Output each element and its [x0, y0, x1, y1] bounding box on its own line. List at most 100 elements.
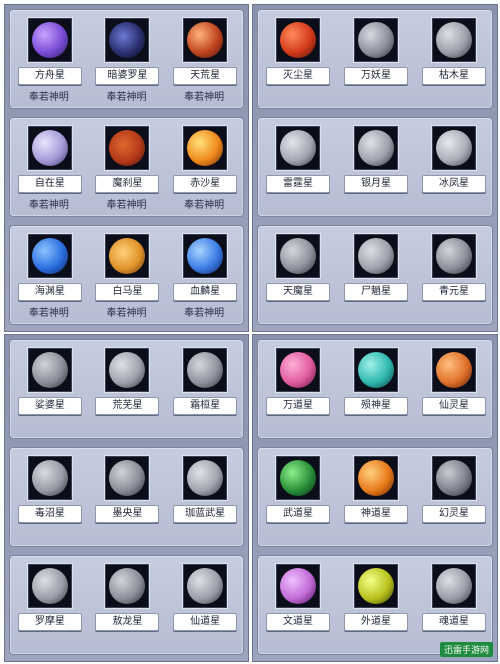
planet-name-label: 赤沙星	[173, 175, 238, 193]
planet-name-label: 珈蓝武星	[173, 505, 238, 523]
planet-icon	[31, 238, 68, 274]
planet-icon-frame	[275, 126, 320, 170]
planet-name-label: 魔刹星	[95, 175, 160, 193]
planet-card[interactable]: 万妖星	[336, 10, 414, 108]
planet-icon	[279, 460, 316, 496]
planet-card[interactable]: 魔刹星 奉若神明	[88, 118, 166, 216]
planet-card[interactable]: 海渊星 奉若神明	[10, 226, 88, 324]
planet-name-label: 冰凤星	[421, 175, 486, 193]
planet-owner-label: 奉若神明	[184, 308, 225, 319]
planet-name-label: 青元星	[421, 283, 486, 301]
planet-name-label: 毒沼星	[17, 505, 82, 523]
planet-card[interactable]: 血麟星 奉若神明	[165, 226, 243, 324]
planet-icon-frame	[353, 234, 398, 278]
quadrant-top-right: 灭尘星 万妖星 枯木星 雷霆星 银月星 冰凤星 天魔星 尸魈星 青元星	[252, 4, 498, 332]
planet-card[interactable]: 银月星	[336, 118, 414, 216]
planet-icon-frame	[27, 18, 72, 62]
planet-icon	[187, 352, 224, 388]
planet-card[interactable]: 仙灵星	[414, 340, 492, 438]
planet-icon-frame	[431, 348, 476, 392]
planet-name-label: 魂道星	[421, 613, 486, 631]
planet-card[interactable]: 敖龙星	[88, 556, 166, 654]
planet-card[interactable]: 荒芜星	[88, 340, 166, 438]
planet-owner-label: 奉若神明	[106, 92, 147, 103]
planet-icon-frame	[431, 564, 476, 608]
planet-icon	[31, 352, 68, 388]
planet-icon-frame	[353, 564, 398, 608]
planet-row: 天魔星 尸魈星 青元星	[257, 225, 493, 325]
planet-icon	[109, 568, 146, 604]
planet-row: 雷霆星 银月星 冰凤星	[257, 117, 493, 217]
planet-icon	[357, 130, 394, 166]
planet-icon	[357, 238, 394, 274]
planet-card[interactable]: 仙道星	[165, 556, 243, 654]
planet-card[interactable]: 毒沼星	[10, 448, 88, 546]
planet-icon	[279, 22, 316, 58]
planet-icon	[435, 352, 472, 388]
planet-icon	[109, 352, 146, 388]
planet-card[interactable]: 武道星	[258, 448, 336, 546]
planet-card[interactable]: 天荒星 奉若神明	[165, 10, 243, 108]
quadrant-bottom-right: 万道星 殒神星 仙灵星 武道星 神道星 幻灵星 文道星 外道星 魂道星 迅雷手游…	[252, 334, 498, 662]
planet-name-label: 白马星	[95, 283, 160, 301]
planet-card[interactable]: 幻灵星	[414, 448, 492, 546]
planet-row: 灭尘星 万妖星 枯木星	[257, 9, 493, 109]
planet-owner-label: 奉若神明	[28, 92, 69, 103]
planet-name-label: 天魔星	[265, 283, 330, 301]
planet-card[interactable]: 暗婆罗星 奉若神明	[88, 10, 166, 108]
planet-card[interactable]: 灭尘星	[258, 10, 336, 108]
planet-card[interactable]: 赤沙星 奉若神明	[165, 118, 243, 216]
planet-name-label: 银月星	[343, 175, 408, 193]
planet-icon	[435, 568, 472, 604]
planet-icon-frame	[27, 456, 72, 500]
planet-icon-frame	[275, 564, 320, 608]
planet-icon-frame	[275, 456, 320, 500]
planet-name-label: 娑婆星	[17, 397, 82, 415]
planet-name-label: 天荒星	[173, 67, 238, 85]
planet-card[interactable]: 神道星	[336, 448, 414, 546]
planet-card[interactable]: 霜桓星	[165, 340, 243, 438]
planet-icon-frame	[183, 348, 228, 392]
planet-icon-frame	[105, 564, 150, 608]
planet-card[interactable]: 外道星	[336, 556, 414, 654]
planet-card[interactable]: 万道星	[258, 340, 336, 438]
planet-card[interactable]: 墨央星	[88, 448, 166, 546]
planet-card[interactable]: 殒神星	[336, 340, 414, 438]
planet-icon	[31, 22, 68, 58]
planet-card[interactable]: 青元星	[414, 226, 492, 324]
planet-icon-frame	[353, 126, 398, 170]
planet-icon-frame	[431, 234, 476, 278]
planet-card[interactable]: 冰凤星	[414, 118, 492, 216]
planet-card[interactable]: 方舟星 奉若神明	[10, 10, 88, 108]
planet-card[interactable]: 白马星 奉若神明	[88, 226, 166, 324]
planet-card[interactable]: 尸魈星	[336, 226, 414, 324]
planet-icon	[31, 460, 68, 496]
planet-card[interactable]: 罗摩星	[10, 556, 88, 654]
planet-icon	[187, 460, 224, 496]
planet-name-label: 自在星	[17, 175, 82, 193]
planet-icon	[435, 22, 472, 58]
planet-card[interactable]: 娑婆星	[10, 340, 88, 438]
planet-card[interactable]: 天魔星	[258, 226, 336, 324]
planet-icon	[357, 568, 394, 604]
planet-card[interactable]: 珈蓝武星	[165, 448, 243, 546]
planet-card[interactable]: 文道星	[258, 556, 336, 654]
planet-card[interactable]: 枯木星	[414, 10, 492, 108]
planet-name-label: 神道星	[343, 505, 408, 523]
planet-row: 自在星 奉若神明 魔刹星 奉若神明 赤沙星 奉若神明	[9, 117, 244, 217]
planet-name-label: 枯木星	[421, 67, 486, 85]
planet-icon	[435, 238, 472, 274]
planet-name-label: 仙灵星	[421, 397, 486, 415]
planet-icon	[109, 238, 146, 274]
planet-row: 娑婆星 荒芜星 霜桓星	[9, 339, 244, 439]
planet-card[interactable]: 魂道星	[414, 556, 492, 654]
planet-icon-frame	[105, 348, 150, 392]
quadrant-top-left: 方舟星 奉若神明 暗婆罗星 奉若神明 天荒星 奉若神明 自在星 奉若神明 魔刹星…	[4, 4, 249, 332]
planet-row: 文道星 外道星 魂道星	[257, 555, 493, 655]
planet-name-label: 霜桓星	[173, 397, 238, 415]
planet-icon-frame	[431, 456, 476, 500]
planet-icon	[435, 130, 472, 166]
planet-icon-frame	[183, 18, 228, 62]
planet-card[interactable]: 雷霆星	[258, 118, 336, 216]
planet-card[interactable]: 自在星 奉若神明	[10, 118, 88, 216]
